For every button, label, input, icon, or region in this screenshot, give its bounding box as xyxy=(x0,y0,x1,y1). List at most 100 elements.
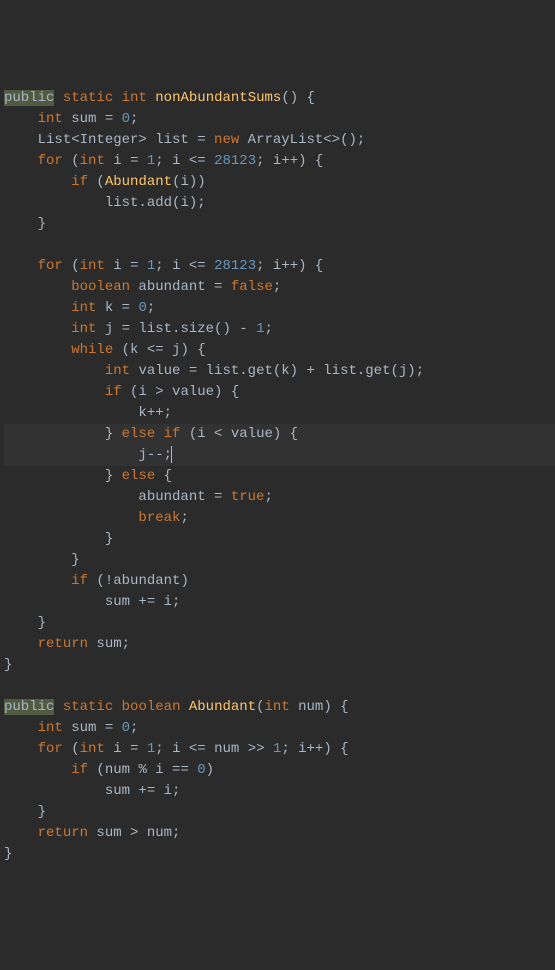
text: sum = xyxy=(63,720,122,736)
punct: ; xyxy=(130,720,138,736)
keyword-boolean: boolean xyxy=(122,699,181,715)
keyword-for: for xyxy=(38,258,63,274)
text: sum; xyxy=(88,636,130,652)
punct: ; xyxy=(273,279,281,295)
punct: ( xyxy=(63,741,80,757)
text: List<Integer> list = xyxy=(38,132,214,148)
keyword-int: int xyxy=(80,741,105,757)
number: 0 xyxy=(138,300,146,316)
number: 28123 xyxy=(214,153,256,169)
keyword-int: int xyxy=(38,720,63,736)
keyword-int: int xyxy=(80,153,105,169)
punct: () { xyxy=(281,90,315,106)
punct: } xyxy=(71,552,79,568)
method-name: Abundant xyxy=(189,699,256,715)
text: (i < value) { xyxy=(180,426,298,442)
punct: ( xyxy=(256,699,264,715)
keyword-int: int xyxy=(38,111,63,127)
punct: ; xyxy=(264,321,272,337)
keyword-int: int xyxy=(71,321,96,337)
text: k = xyxy=(96,300,138,316)
punct: ; xyxy=(264,489,272,505)
text: (num % i == xyxy=(88,762,197,778)
number: 0 xyxy=(122,720,130,736)
text: (!abundant) xyxy=(88,573,189,589)
keyword-return: return xyxy=(38,636,88,652)
keyword-static: static xyxy=(63,90,113,106)
keyword-public: public xyxy=(4,699,54,715)
keyword-if: if xyxy=(105,384,122,400)
punct: } xyxy=(38,216,46,232)
keyword-if: if xyxy=(71,762,88,778)
text: num) { xyxy=(290,699,349,715)
method-call: Abundant xyxy=(105,174,172,190)
text: sum += i; xyxy=(105,783,181,799)
text: j--; xyxy=(138,447,172,463)
text: sum = xyxy=(63,111,122,127)
text: i = xyxy=(105,153,147,169)
punct: } xyxy=(105,426,122,442)
punct: } xyxy=(4,657,12,673)
punct: ; xyxy=(130,111,138,127)
method-name: nonAbundantSums xyxy=(155,90,281,106)
text: ; i <= xyxy=(155,258,214,274)
keyword-new: new xyxy=(214,132,239,148)
keyword-if: if xyxy=(71,174,88,190)
cursor-line: } else if (i < value) { j--; xyxy=(4,424,555,466)
text: ArrayList<>(); xyxy=(239,132,365,148)
punct: } xyxy=(38,804,46,820)
number: 0 xyxy=(197,762,205,778)
text: (k <= j) { xyxy=(113,342,205,358)
keyword-for: for xyxy=(38,741,63,757)
punct: ( xyxy=(63,258,80,274)
punct: ( xyxy=(88,174,105,190)
text: k++; xyxy=(138,405,172,421)
text: value = list.get(k) + list.get(j); xyxy=(130,363,424,379)
keyword-static: static xyxy=(63,699,113,715)
text: j = list.size() - xyxy=(96,321,256,337)
text: abundant = xyxy=(138,489,230,505)
punct: } xyxy=(4,846,12,862)
keyword-int: int xyxy=(122,90,147,106)
keyword-for: for xyxy=(38,153,63,169)
text: ; i <= xyxy=(155,153,214,169)
keyword-while: while xyxy=(71,342,113,358)
punct: } xyxy=(38,615,46,631)
keyword-int: int xyxy=(80,258,105,274)
text-cursor xyxy=(171,446,172,463)
text: list.add(i); xyxy=(105,195,206,211)
number: 28123 xyxy=(214,258,256,274)
text: ) xyxy=(206,762,214,778)
keyword-boolean: boolean xyxy=(71,279,130,295)
text: ; i++) { xyxy=(281,741,348,757)
punct: { xyxy=(155,468,172,484)
keyword-else-if: else if xyxy=(122,426,181,442)
keyword-int: int xyxy=(265,699,290,715)
text: (i > value) { xyxy=(122,384,240,400)
keyword-public: public xyxy=(4,90,54,106)
keyword-int: int xyxy=(71,300,96,316)
keyword-int: int xyxy=(105,363,130,379)
punct: (i)) xyxy=(172,174,206,190)
keyword-false: false xyxy=(231,279,273,295)
keyword-true: true xyxy=(231,489,265,505)
text: sum += i; xyxy=(105,594,181,610)
punct: ; xyxy=(147,300,155,316)
text: ; i <= num >> xyxy=(155,741,273,757)
keyword-else: else xyxy=(122,468,156,484)
punct: } xyxy=(105,531,113,547)
text: sum > num; xyxy=(88,825,180,841)
text: ; i++) { xyxy=(256,153,323,169)
keyword-return: return xyxy=(38,825,88,841)
text: abundant = xyxy=(130,279,231,295)
keyword-break: break xyxy=(138,510,180,526)
punct: ( xyxy=(63,153,80,169)
number: 0 xyxy=(122,111,130,127)
keyword-if: if xyxy=(71,573,88,589)
punct: ; xyxy=(180,510,188,526)
text: i = xyxy=(105,258,147,274)
text: ; i++) { xyxy=(256,258,323,274)
code-editor[interactable]: public static int nonAbundantSums() { in… xyxy=(4,88,555,865)
text: i = xyxy=(105,741,147,757)
punct: } xyxy=(105,468,122,484)
